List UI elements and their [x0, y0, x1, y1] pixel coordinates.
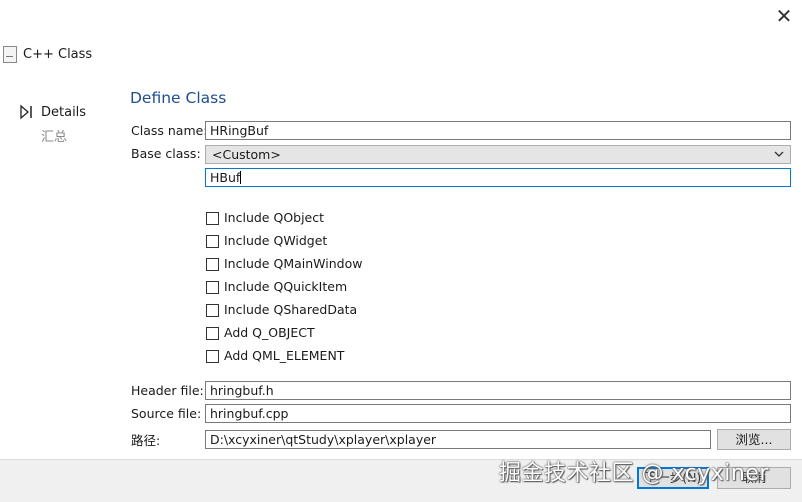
checkbox-label: Include QSharedData: [224, 302, 358, 317]
base-class-label: Base class:: [131, 146, 201, 161]
checkbox-box[interactable]: [206, 304, 219, 317]
current-step-arrow-icon: [20, 104, 32, 120]
step-details: Details: [41, 105, 87, 120]
watermark: 掘金技术社区 @ xcyxiner: [499, 461, 769, 486]
chevron-down-icon: [774, 151, 784, 157]
checkbox-label: Include QWidget: [224, 233, 328, 248]
checkbox-label: Add QML_ELEMENT: [224, 348, 345, 363]
header-file-input[interactable]: hringbuf.h: [205, 381, 791, 400]
base-class-selected-value: <Custom>: [212, 147, 281, 162]
header-file-label: Header file:: [131, 383, 204, 398]
checkbox-box[interactable]: [206, 212, 219, 225]
checkbox-box[interactable]: [206, 327, 219, 340]
checkbox-box[interactable]: [206, 235, 219, 248]
base-class-select[interactable]: <Custom>: [205, 145, 791, 164]
file-icon: [3, 46, 17, 63]
page-title: Define Class: [130, 89, 227, 107]
class-name-label: Class name:: [131, 123, 208, 138]
checkbox-box[interactable]: [206, 350, 219, 363]
checkbox-label: Add Q_OBJECT: [224, 325, 315, 340]
text-cursor: [240, 171, 242, 184]
path-label: 路径:: [131, 433, 161, 448]
custom-base-class-input[interactable]: HBuf: [205, 168, 791, 187]
checkbox-label: Include QQuickItem: [224, 279, 348, 294]
step-summary: 汇总: [41, 130, 68, 145]
checkbox-label: Include QMainWindow: [224, 256, 363, 271]
checkbox-box[interactable]: [206, 281, 219, 294]
class-name-input[interactable]: HRingBuf: [205, 121, 791, 140]
path-input[interactable]: D:\xcyxiner\qtStudy\xplayer\xplayer: [205, 430, 711, 449]
checkbox-box[interactable]: [206, 258, 219, 271]
source-file-label: Source file:: [131, 406, 202, 421]
custom-base-class-value: HBuf: [210, 170, 241, 185]
wizard-title: C++ Class: [23, 47, 93, 62]
close-icon[interactable]: ✕: [772, 4, 796, 28]
browse-button[interactable]: 浏览...: [717, 429, 791, 450]
checkbox-label: Include QObject: [224, 210, 325, 225]
source-file-input[interactable]: hringbuf.cpp: [205, 404, 791, 423]
